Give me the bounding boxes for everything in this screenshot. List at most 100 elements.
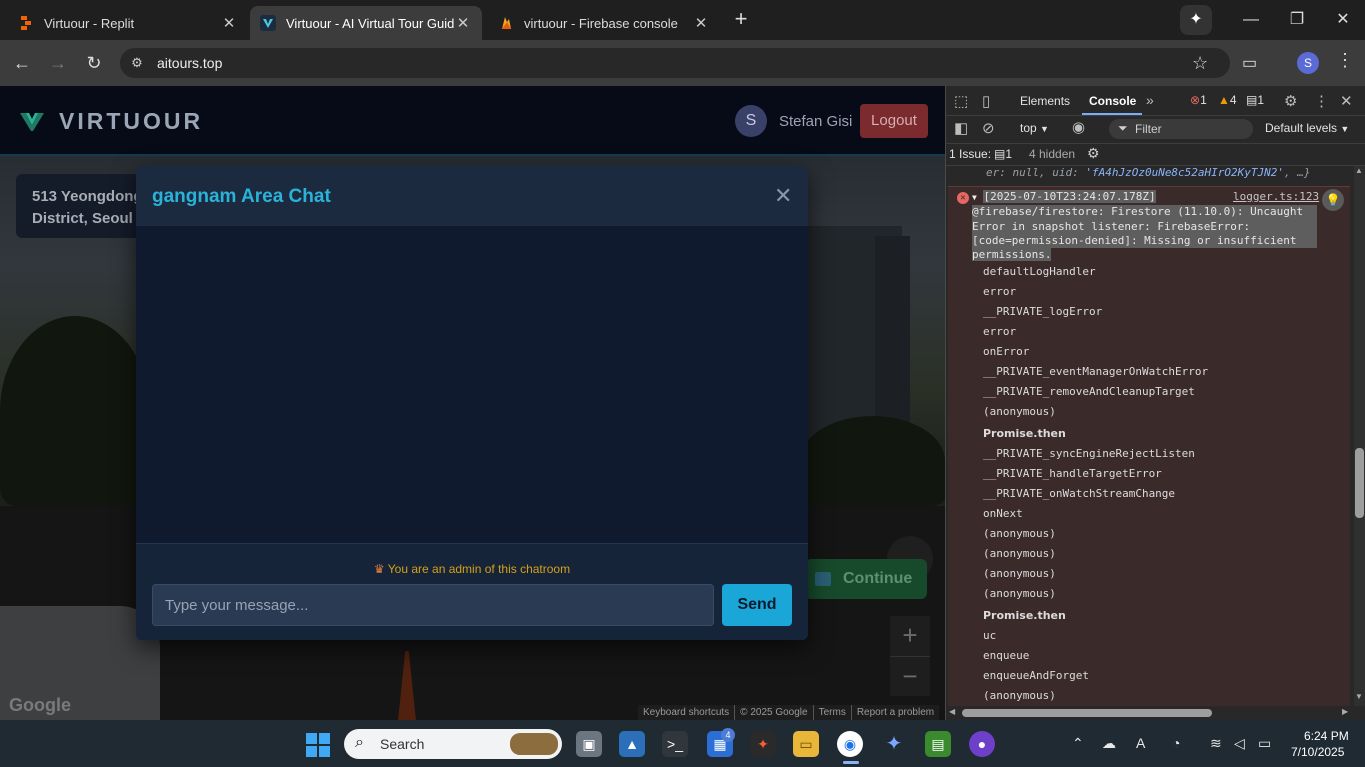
context-selector[interactable]: top ▼ xyxy=(1020,121,1049,135)
logo-text[interactable]: VIRTUOUR xyxy=(59,108,203,135)
chrome-icon[interactable]: ◉ xyxy=(837,731,863,757)
gemini-sparkle-icon[interactable]: ✦ xyxy=(1180,5,1212,35)
expand-triangle-icon[interactable]: ▼ xyxy=(972,193,977,202)
stack-frame[interactable]: error xyxy=(983,285,1016,298)
source-link[interactable]: logger.ts:123 xyxy=(1233,190,1319,203)
crown-icon: ♛ xyxy=(373,562,385,576)
windows-start-icon[interactable] xyxy=(306,733,330,757)
stack-frame[interactable]: __PRIVATE_syncEngineRejectListen xyxy=(983,447,1195,460)
minimize-icon[interactable]: — xyxy=(1236,8,1266,32)
clock-time[interactable]: 6:24 PM xyxy=(1304,729,1349,743)
tab-replit[interactable]: Virtuour - Replit ✕ xyxy=(8,6,248,40)
warning-counter[interactable]: ▲4 xyxy=(1218,93,1237,107)
stack-frame[interactable]: enqueueAndForget xyxy=(983,669,1089,682)
bookmark-star-icon[interactable]: ☆ xyxy=(1192,53,1208,74)
sidebar-toggle-icon[interactable]: ◧ xyxy=(954,119,968,137)
info-counter[interactable]: ▤1 xyxy=(1246,93,1264,107)
kebab-menu-icon[interactable]: ⋮ xyxy=(1336,50,1354,71)
filter-input[interactable]: Filter xyxy=(1109,119,1253,139)
reload-icon[interactable]: ↻ xyxy=(80,50,108,76)
close-icon[interactable]: ✕ xyxy=(1340,92,1353,110)
font-icon[interactable]: A xyxy=(1136,735,1145,751)
terms-link[interactable]: Terms xyxy=(812,705,851,720)
settings-gear-icon[interactable]: ⚙ xyxy=(1087,145,1100,162)
close-icon[interactable]: ✕ xyxy=(774,183,792,209)
terminal-icon[interactable]: >_ xyxy=(662,731,688,757)
restore-icon[interactable]: ❐ xyxy=(1282,8,1312,32)
inspect-element-icon[interactable]: ⬚ xyxy=(954,92,968,110)
tab-virtuour[interactable]: Virtuour - AI Virtual Tour Guide ✕ xyxy=(250,6,482,40)
tab-console[interactable]: Console xyxy=(1089,94,1136,108)
wifi-icon[interactable]: ≋ xyxy=(1210,735,1222,752)
stack-frame[interactable]: defaultLogHandler xyxy=(983,265,1096,278)
logout-button[interactable]: Logout xyxy=(860,104,928,138)
clear-console-icon[interactable]: ⊘ xyxy=(982,119,995,137)
stack-frame[interactable]: error xyxy=(983,325,1016,338)
user-avatar[interactable]: S xyxy=(735,105,767,137)
message-input[interactable] xyxy=(152,584,714,626)
cloud-icon[interactable]: ☁ xyxy=(1102,735,1116,752)
power-icon[interactable]: ◔ xyxy=(1172,735,1180,751)
cast-icon[interactable]: ▭ xyxy=(1242,53,1257,73)
scrollbar-thumb[interactable] xyxy=(962,709,1212,717)
site-info-icon[interactable]: ⚙ xyxy=(128,54,146,72)
issues-counter[interactable]: ▤1 xyxy=(994,147,1012,161)
stack-frame[interactable]: __PRIVATE_removeAndCleanupTarget xyxy=(983,385,1195,398)
file-explorer-icon[interactable]: ▭ xyxy=(793,731,819,757)
volume-icon[interactable]: ◁ xyxy=(1234,735,1245,752)
console-error-entry[interactable]: ✕ ▼ [2025-07-10T23:24:07.178Z] @firebase… xyxy=(948,186,1350,706)
github-icon[interactable]: ● xyxy=(969,731,995,757)
notepad-icon[interactable]: ▤ xyxy=(925,731,951,757)
stack-frame[interactable]: onNext xyxy=(983,507,1023,520)
vertical-scrollbar[interactable] xyxy=(1354,166,1365,706)
back-arrow-icon[interactable]: ← xyxy=(8,50,36,76)
profile-avatar[interactable]: S xyxy=(1297,52,1319,74)
forward-arrow-icon[interactable]: → xyxy=(44,50,72,76)
copilot-icon[interactable]: ✦ xyxy=(881,731,907,757)
address-bar[interactable]: aitours.top xyxy=(120,48,1230,78)
scrollbar-thumb[interactable] xyxy=(1355,448,1364,518)
more-tabs-icon[interactable]: » xyxy=(1146,92,1154,108)
keyboard-shortcuts-link[interactable]: Keyboard shortcuts xyxy=(638,705,734,720)
stack-frame: (anonymous) xyxy=(983,567,1056,580)
eye-icon[interactable]: ◉ xyxy=(1072,118,1085,136)
tab-firebase[interactable]: virtuour - Firebase console ✕ xyxy=(488,6,720,40)
kebab-menu-icon[interactable]: ⋮ xyxy=(1314,92,1329,110)
zoom-out-button[interactable]: − xyxy=(890,656,930,696)
scroll-down-icon[interactable]: ▼ xyxy=(1355,692,1363,701)
google-logo: Google xyxy=(9,695,71,715)
close-icon[interactable]: ✕ xyxy=(692,14,710,32)
report-problem-link[interactable]: Report a problem xyxy=(850,705,939,720)
device-toolbar-icon[interactable]: ▯ xyxy=(982,92,990,110)
photos-icon[interactable]: ▲ xyxy=(619,731,645,757)
clock-date[interactable]: 7/10/2025 xyxy=(1291,745,1344,759)
log-levels-dropdown[interactable]: Default levels ▼ xyxy=(1265,121,1349,135)
tab-elements[interactable]: Elements xyxy=(1020,94,1070,108)
stack-frame[interactable]: enqueue xyxy=(983,649,1029,662)
stack-frame[interactable]: __PRIVATE_logError xyxy=(983,305,1102,318)
stack-frame[interactable]: __PRIVATE_handleTargetError xyxy=(983,467,1162,480)
close-icon[interactable]: ✕ xyxy=(454,14,472,32)
close-icon[interactable]: ✕ xyxy=(220,14,238,32)
console-log[interactable]: er: null, uid: 'fA4hJzOz0uNe8c52aHIrO2Ky… xyxy=(946,166,1350,706)
battery-icon[interactable]: ▭ xyxy=(1258,735,1271,752)
settings-gear-icon[interactable]: ⚙ xyxy=(1284,92,1297,110)
zoom-in-button[interactable]: + xyxy=(890,616,930,656)
scroll-up-icon[interactable]: ▲ xyxy=(1355,166,1363,175)
new-tab-plus-icon[interactable]: + xyxy=(730,8,752,30)
error-counter[interactable]: ⊗1 xyxy=(1190,93,1207,107)
app-icon[interactable]: ✦ xyxy=(750,731,776,757)
stack-frame[interactable]: __PRIVATE_eventManagerOnWatchError xyxy=(983,365,1208,378)
stack-frame[interactable]: __PRIVATE_onWatchStreamChange xyxy=(983,487,1175,500)
send-button[interactable]: Send xyxy=(722,584,792,626)
lightbulb-icon[interactable]: 💡 xyxy=(1322,189,1344,211)
stack-frame[interactable]: onError xyxy=(983,345,1029,358)
scroll-right-icon[interactable]: ▶ xyxy=(1342,707,1348,716)
chat-messages-area[interactable] xyxy=(136,226,808,543)
chevron-up-icon[interactable]: ⌃ xyxy=(1072,735,1084,752)
stack-frame[interactable]: uc xyxy=(983,629,996,642)
window-close-icon[interactable]: ✕ xyxy=(1328,8,1358,32)
scroll-left-icon[interactable]: ◀ xyxy=(949,707,955,716)
task-view-icon[interactable]: ▣ xyxy=(576,731,602,757)
stack-frame: (anonymous) xyxy=(983,587,1056,600)
